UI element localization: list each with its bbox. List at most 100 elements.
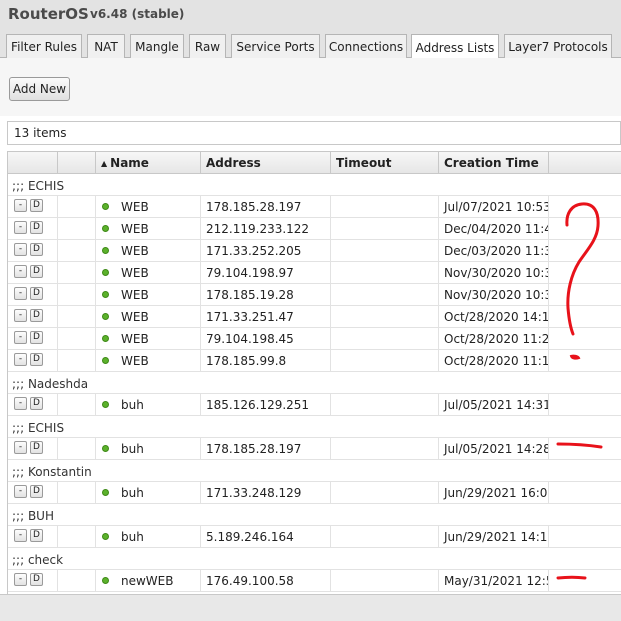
disable-button[interactable]: D — [30, 199, 43, 212]
enabled-status-icon — [102, 577, 109, 584]
row-name-text[interactable]: buh — [121, 486, 144, 500]
enabled-status-icon — [102, 269, 109, 276]
disable-button[interactable]: D — [30, 573, 43, 586]
row-address: 171.33.248.129 — [201, 482, 331, 503]
app-brand: RouterOS — [8, 5, 89, 23]
remove-button[interactable]: - — [14, 573, 27, 586]
header-name[interactable]: ▲ Name — [96, 152, 201, 174]
row-creation-time: Dec/04/2020 11:43 — [439, 218, 549, 239]
row-name-text[interactable]: WEB — [121, 288, 149, 302]
tab-service-ports[interactable]: Service Ports — [231, 34, 320, 59]
remove-button[interactable]: - — [14, 309, 27, 322]
disable-button[interactable]: D — [30, 441, 43, 454]
remove-button[interactable]: - — [14, 397, 27, 410]
row-name-text[interactable]: WEB — [121, 354, 149, 368]
tab-filter-rules[interactable]: Filter Rules — [6, 34, 82, 59]
tab-connections[interactable]: Connections — [325, 34, 407, 59]
header-flags — [58, 152, 96, 174]
header-timeout[interactable]: Timeout — [331, 152, 439, 174]
row-extra — [549, 394, 621, 415]
add-new-button[interactable]: Add New — [9, 77, 70, 101]
row-name-text[interactable]: newWEB — [121, 574, 173, 588]
header-actions — [8, 152, 58, 174]
disable-button[interactable]: D — [30, 529, 43, 542]
disable-button[interactable]: D — [30, 397, 43, 410]
row-actions: -D — [8, 328, 58, 349]
row-flags — [58, 482, 96, 503]
disable-button[interactable]: D — [30, 353, 43, 366]
remove-button[interactable]: - — [14, 485, 27, 498]
row-name: WEB — [96, 262, 201, 283]
table-row: - Dbuh 178.185.28.197 Jul/05/2021 14:28 — [8, 438, 621, 460]
disable-button[interactable]: D — [30, 309, 43, 322]
table-row: - DnewWEB 176.49.100.58 May/31/2021 12:5 — [8, 570, 621, 592]
row-timeout — [331, 350, 439, 371]
row-name-text[interactable]: WEB — [121, 222, 149, 236]
remove-button[interactable]: - — [14, 441, 27, 454]
remove-button[interactable]: - — [14, 265, 27, 278]
comment-text: ;;; Nadeshda — [12, 377, 89, 391]
disable-button[interactable]: D — [30, 243, 43, 256]
enabled-status-icon — [102, 335, 109, 342]
toolbar: Add New — [0, 58, 621, 116]
row-address: 171.33.251.47 — [201, 306, 331, 327]
row-timeout — [331, 240, 439, 261]
row-creation-time: Jul/05/2021 14:31 — [439, 394, 549, 415]
row-extra — [549, 218, 621, 239]
enabled-status-icon — [102, 357, 109, 364]
header-creation-time[interactable]: Creation Time — [439, 152, 549, 174]
row-name: WEB — [96, 350, 201, 371]
row-name: WEB — [96, 196, 201, 217]
header-address[interactable]: Address — [201, 152, 331, 174]
remove-button[interactable]: - — [14, 221, 27, 234]
tab-mangle[interactable]: Mangle — [130, 34, 184, 59]
tab-nat[interactable]: NAT — [87, 34, 125, 59]
row-name-text[interactable]: buh — [121, 398, 144, 412]
row-creation-time: Oct/28/2020 11:21 — [439, 328, 549, 349]
row-timeout — [331, 570, 439, 591]
disable-button[interactable]: D — [30, 287, 43, 300]
row-name-text[interactable]: WEB — [121, 310, 149, 324]
address-list-table: ▲ Name Address Timeout Creation Time ;;; … — [7, 151, 621, 594]
disable-button[interactable]: D — [30, 221, 43, 234]
row-address: 178.185.28.197 — [201, 196, 331, 217]
disable-button[interactable]: D — [30, 331, 43, 344]
row-extra — [549, 306, 621, 327]
remove-button[interactable]: - — [14, 243, 27, 256]
row-name-text[interactable]: WEB — [121, 200, 149, 214]
enabled-status-icon — [102, 313, 109, 320]
remove-button[interactable]: - — [14, 331, 27, 344]
row-name: newWEB — [96, 570, 201, 591]
row-flags — [58, 438, 96, 459]
row-name-text[interactable]: buh — [121, 442, 144, 456]
row-name-text[interactable]: WEB — [121, 332, 149, 346]
row-actions: -D — [8, 570, 58, 591]
row-flags — [58, 284, 96, 305]
row-actions: -D — [8, 438, 58, 459]
table-row: - Dbuh 5.189.246.164 Jun/29/2021 14:15 — [8, 526, 621, 548]
enabled-status-icon — [102, 489, 109, 496]
tab-layer7-protocols[interactable]: Layer7 Protocols — [504, 34, 612, 59]
row-name-text[interactable]: buh — [121, 530, 144, 544]
row-address: 79.104.198.97 — [201, 262, 331, 283]
row-address: 5.189.246.164 — [201, 526, 331, 547]
tab-raw[interactable]: Raw — [189, 34, 226, 59]
tab-address-lists[interactable]: Address Lists — [411, 34, 499, 60]
disable-button[interactable]: D — [30, 485, 43, 498]
row-flags — [58, 328, 96, 349]
disable-button[interactable]: D — [30, 265, 43, 278]
comment-text: ;;; ECHIS — [12, 421, 65, 435]
row-name-text[interactable]: WEB — [121, 244, 149, 258]
remove-button[interactable]: - — [14, 199, 27, 212]
remove-button[interactable]: - — [14, 529, 27, 542]
row-flags — [58, 394, 96, 415]
row-extra — [549, 526, 621, 547]
row-flags — [58, 306, 96, 327]
enabled-status-icon — [102, 203, 109, 210]
remove-button[interactable]: - — [14, 353, 27, 366]
row-name: WEB — [96, 218, 201, 239]
row-actions: -D — [8, 240, 58, 261]
comment-text: ;;; check — [12, 553, 64, 567]
row-name-text[interactable]: WEB — [121, 266, 149, 280]
remove-button[interactable]: - — [14, 287, 27, 300]
